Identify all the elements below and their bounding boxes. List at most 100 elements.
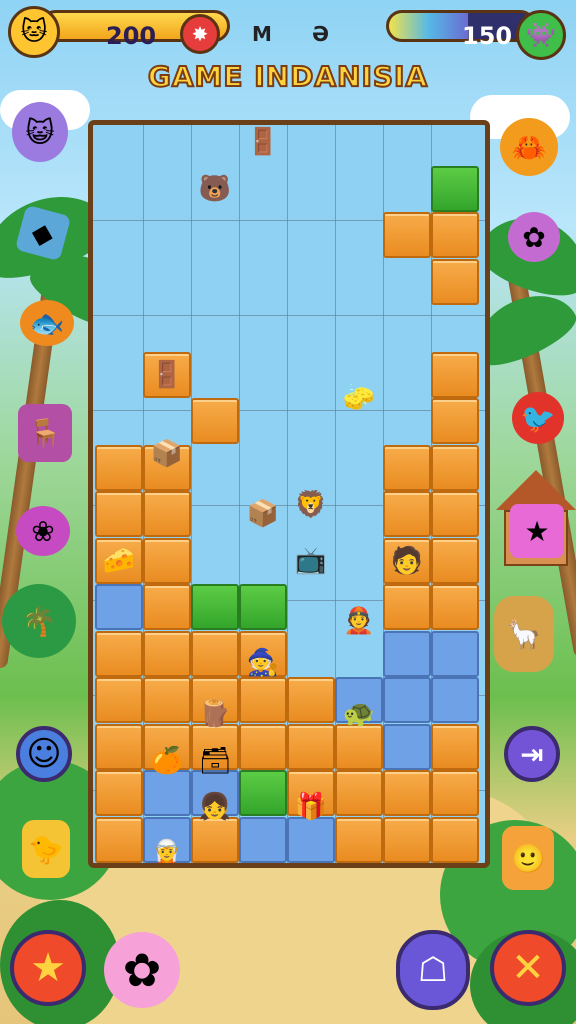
block-tile[interactable]	[383, 770, 431, 816]
block-tile[interactable]	[95, 816, 143, 863]
block-tile[interactable]	[143, 491, 191, 537]
villager-icon[interactable]: 🧝	[143, 830, 191, 863]
close-x-button-icon[interactable]: ✕	[490, 930, 566, 1006]
energy-bar	[386, 10, 536, 42]
block-tile[interactable]	[143, 863, 191, 868]
llama-icon: 🦙	[494, 596, 554, 672]
door-block-icon[interactable]: 🚪	[239, 125, 287, 166]
grid-line	[93, 410, 485, 411]
exit-arrow-button-icon[interactable]: ⇥	[504, 726, 560, 782]
block-tile[interactable]	[239, 863, 287, 868]
block-tile[interactable]	[431, 398, 479, 444]
block-tile[interactable]	[431, 351, 479, 398]
red-bird-icon: 🐦	[512, 392, 564, 444]
villager-icon[interactable]: 🧑	[383, 538, 431, 585]
block-tile[interactable]	[431, 770, 479, 816]
block-tile[interactable]	[431, 212, 479, 258]
block-tile[interactable]	[431, 444, 479, 491]
block-tile[interactable]	[431, 863, 479, 868]
block-tile[interactable]	[383, 491, 431, 537]
block-tile[interactable]	[95, 770, 143, 816]
block-tile[interactable]	[383, 863, 431, 868]
ghost-button-icon[interactable]: ☖	[396, 930, 470, 1010]
block-tile[interactable]	[191, 398, 239, 444]
orange-creature-icon: 🙂	[502, 826, 554, 890]
block-tile[interactable]	[143, 584, 191, 630]
block-tile[interactable]	[383, 816, 431, 863]
smiley-button-icon[interactable]: ☺	[16, 726, 72, 782]
yellow-creature-icon: 🐤	[22, 820, 70, 878]
fruit-crate-icon[interactable]: 🍊	[143, 737, 191, 784]
block-tile[interactable]	[383, 630, 431, 677]
block-tile[interactable]	[95, 723, 143, 770]
purple-creature-icon: 😺	[12, 102, 68, 162]
turtle-icon[interactable]: 🐢	[335, 691, 383, 738]
block-tile[interactable]	[95, 584, 143, 630]
star-button-icon[interactable]: ★	[10, 930, 86, 1006]
block-tile[interactable]	[191, 584, 239, 630]
block-tile[interactable]	[431, 723, 479, 770]
block-tile[interactable]	[431, 677, 479, 723]
pink-flower-icon: ❀	[16, 506, 70, 556]
block-tile[interactable]	[239, 770, 287, 816]
block-tile[interactable]	[335, 770, 383, 816]
block-tile[interactable]	[335, 816, 383, 863]
cat-face-icon: 🐱	[8, 6, 60, 58]
block-tile[interactable]	[143, 537, 191, 584]
block-tile[interactable]	[143, 630, 191, 677]
block-tile[interactable]	[95, 863, 143, 868]
block-tile[interactable]	[95, 630, 143, 677]
block-tile[interactable]	[431, 537, 479, 584]
villager-icon[interactable]: 👲	[335, 598, 383, 645]
block-tile[interactable]	[431, 584, 479, 630]
game-title: GAME INDANISIA	[147, 59, 429, 94]
block-tile[interactable]	[383, 444, 431, 491]
chair-icon: 🪑	[18, 404, 72, 462]
coin-count: 200	[106, 22, 157, 50]
block-tile[interactable]	[191, 630, 239, 677]
block-tile[interactable]	[239, 816, 287, 863]
block-tile[interactable]	[431, 258, 479, 305]
purple-flower-icon: ✿	[508, 212, 560, 262]
bear-icon[interactable]: 🐻	[191, 166, 239, 213]
block-tile[interactable]	[431, 491, 479, 537]
green-tv-block-icon[interactable]: 📺	[287, 538, 335, 585]
block-tile[interactable]	[287, 677, 335, 723]
crate-icon[interactable]: 📦	[143, 431, 191, 478]
block-tile[interactable]	[383, 212, 431, 258]
crate-icon[interactable]: 🗃	[191, 737, 239, 784]
block-tile[interactable]	[431, 630, 479, 677]
block-tile[interactable]	[95, 444, 143, 491]
door-block-icon[interactable]: 🚪	[143, 352, 191, 399]
villager-icon[interactable]: 👧	[191, 784, 239, 831]
orange-bug-icon: 🦀	[500, 118, 558, 176]
block-tile[interactable]	[383, 677, 431, 723]
block-tile[interactable]	[335, 863, 383, 868]
block-tile[interactable]	[143, 677, 191, 723]
block-tile[interactable]	[191, 863, 239, 868]
block-tile[interactable]	[287, 723, 335, 770]
block-tile[interactable]	[95, 677, 143, 723]
red-gift-icon[interactable]: 🎁	[287, 784, 335, 831]
wizard-icon[interactable]: 🧙	[239, 640, 287, 687]
block-tile[interactable]	[239, 584, 287, 630]
crate-icon[interactable]: 📦	[239, 491, 287, 538]
log-icon[interactable]: 🪵	[191, 691, 239, 738]
lion-icon[interactable]: 🦁	[287, 482, 335, 529]
block-tile[interactable]	[431, 165, 479, 212]
block-tile[interactable]	[431, 816, 479, 863]
letter-schwa: Ə	[312, 22, 329, 46]
energy-count: 150	[462, 22, 513, 50]
cheese-block-icon[interactable]: 🧀	[95, 538, 143, 585]
splat-icon[interactable]: ✸	[180, 14, 220, 54]
block-tile[interactable]	[383, 584, 431, 630]
block-tile[interactable]	[239, 723, 287, 770]
block-tile[interactable]	[95, 491, 143, 537]
grid-line	[93, 315, 485, 316]
orange-fish-icon: 🐟	[20, 300, 74, 346]
block-tile[interactable]	[287, 863, 335, 868]
sponge-block-icon[interactable]: 🧽	[335, 375, 383, 422]
green-monster-icon[interactable]: 👾	[516, 10, 566, 60]
game-board[interactable]: 🚪🐻🚪📦🧽📦🦁🧀📺🧑👲🧙🐢🪵🍊🗃👧🎁🧝🥚🧺	[88, 120, 490, 868]
block-tile[interactable]	[383, 723, 431, 770]
